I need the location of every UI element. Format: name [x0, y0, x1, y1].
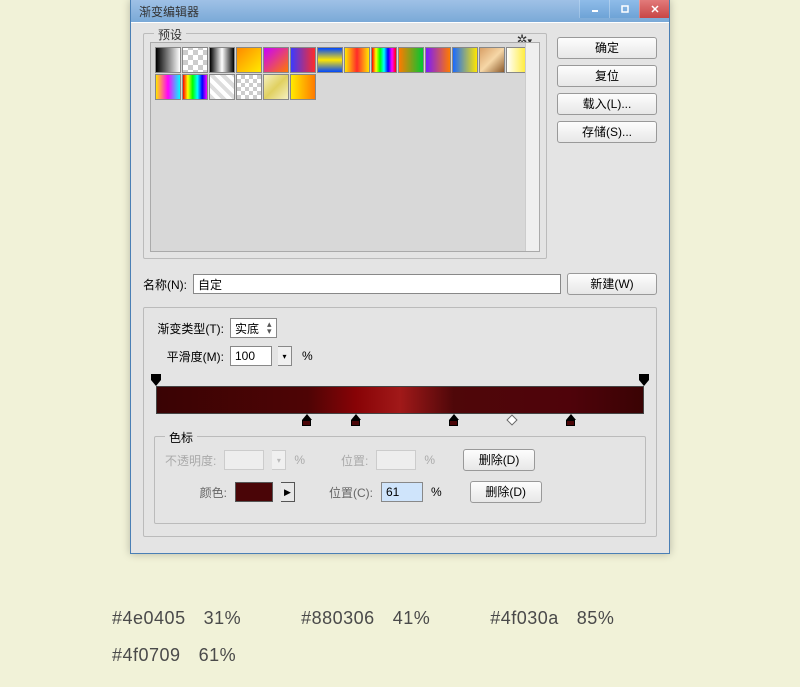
name-label: 名称(N): — [143, 276, 187, 293]
close-button[interactable] — [639, 0, 669, 18]
anno-hex: #4f030a — [490, 608, 559, 629]
preset-swatch[interactable] — [155, 47, 181, 73]
color-swatch[interactable] — [235, 482, 273, 502]
save-button[interactable]: 存储(S)... — [557, 121, 657, 143]
preset-swatch[interactable] — [290, 74, 316, 100]
select-arrows-icon: ▴▾ — [267, 321, 272, 335]
anno-pct: 41% — [393, 608, 431, 629]
smoothness-input[interactable]: 100 — [230, 346, 272, 366]
color-pos-pct: % — [431, 485, 442, 499]
preset-swatch[interactable] — [452, 47, 478, 73]
preset-swatch[interactable] — [263, 47, 289, 73]
window-title: 渐变编辑器 — [135, 3, 199, 20]
opacity-stop-row: 不透明度: ▾ % 位置: % 删除(D) — [165, 449, 635, 471]
opacity-pos-pct: % — [424, 453, 435, 467]
gradient-preview[interactable] — [156, 386, 644, 414]
gradient-editor-window: 渐变编辑器 预设 ✲▾ 确定 — [130, 0, 670, 554]
color-stop[interactable] — [566, 414, 576, 426]
color-stop[interactable] — [302, 414, 312, 426]
color-label: 颜色: — [165, 484, 227, 501]
delete-color-stop-button[interactable]: 删除(D) — [470, 481, 542, 503]
anno-hex: #4e0405 — [112, 608, 186, 629]
opacity-pos-input — [376, 450, 416, 470]
preset-swatch[interactable] — [344, 47, 370, 73]
opacity-pos-label: 位置: — [341, 452, 368, 469]
midpoint-handle[interactable] — [507, 414, 518, 425]
preset-swatch[interactable] — [155, 74, 181, 100]
opacity-stepper: ▾ — [272, 450, 286, 470]
preset-swatch[interactable] — [236, 74, 262, 100]
preset-swatch[interactable] — [290, 47, 316, 73]
delete-opacity-stop-button[interactable]: 删除(D) — [463, 449, 535, 471]
color-picker-arrow[interactable]: ▶ — [281, 482, 295, 502]
opacity-pct: % — [294, 453, 305, 467]
gradient-type-value: 实底 — [235, 320, 259, 337]
color-stop-row: 颜色: ▶ 位置(C): 61 % 删除(D) — [165, 481, 635, 503]
maximize-button[interactable] — [609, 0, 639, 18]
preset-swatch[interactable] — [182, 74, 208, 100]
presets-label: 预设 — [154, 26, 186, 43]
name-input[interactable] — [193, 274, 561, 294]
preset-swatch[interactable] — [371, 47, 397, 73]
ok-button[interactable]: 确定 — [557, 37, 657, 59]
anno-pct: 31% — [204, 608, 242, 629]
color-stop[interactable] — [449, 414, 459, 426]
preset-swatch[interactable] — [182, 47, 208, 73]
window-controls — [579, 0, 669, 18]
dialog-body: 预设 ✲▾ 确定 复位 载入(L)... 存储(S)... 名称(N): 新建(… — [131, 22, 669, 553]
preset-swatch[interactable] — [263, 74, 289, 100]
minimize-button[interactable] — [579, 0, 609, 18]
anno-hex: #880306 — [301, 608, 375, 629]
presets-list[interactable] — [150, 42, 540, 252]
preset-swatch[interactable] — [425, 47, 451, 73]
anno-pct: 61% — [199, 645, 237, 666]
presets-group: 预设 ✲▾ — [143, 33, 547, 259]
preset-swatch[interactable] — [479, 47, 505, 73]
opacity-label: 不透明度: — [165, 452, 216, 469]
anno-pct: 85% — [577, 608, 615, 629]
gradient-editor-bar[interactable] — [156, 374, 644, 426]
gradient-type-select[interactable]: 实底 ▴▾ — [230, 318, 277, 338]
opacity-input — [224, 450, 264, 470]
load-button[interactable]: 载入(L)... — [557, 93, 657, 115]
preset-swatch[interactable] — [236, 47, 262, 73]
anno-hex: #4f0709 — [112, 645, 181, 666]
stops-group-label: 色标 — [165, 429, 197, 446]
preset-swatch[interactable] — [317, 47, 343, 73]
reset-button[interactable]: 复位 — [557, 65, 657, 87]
titlebar[interactable]: 渐变编辑器 — [131, 0, 669, 22]
color-annotations: #4e0405 31% #880306 41% #4f030a 85% #4f0709… — [112, 608, 614, 682]
preset-swatch[interactable] — [398, 47, 424, 73]
preset-swatch[interactable] — [209, 47, 235, 73]
preset-swatch[interactable] — [209, 74, 235, 100]
smoothness-label: 平滑度(M): — [154, 348, 224, 365]
color-pos-label: 位置(C): — [329, 484, 373, 501]
scrollbar[interactable] — [525, 43, 539, 251]
smoothness-stepper[interactable]: ▾ — [278, 346, 292, 366]
opacity-stop[interactable] — [151, 374, 161, 386]
dialog-buttons: 确定 复位 载入(L)... 存储(S)... — [557, 33, 657, 259]
smoothness-suffix: % — [302, 349, 313, 363]
color-pos-input[interactable]: 61 — [381, 482, 423, 502]
new-button[interactable]: 新建(W) — [567, 273, 657, 295]
opacity-stop[interactable] — [639, 374, 649, 386]
stops-group: 色标 不透明度: ▾ % 位置: % 删除(D) 颜色: ▶ 位置(C): — [154, 436, 646, 524]
color-stop[interactable] — [351, 414, 361, 426]
gradient-type-label: 渐变类型(T): — [154, 320, 224, 337]
gradient-settings-group: 渐变类型(T): 实底 ▴▾ 平滑度(M): 100 ▾ % 色标 不透明度: — [143, 307, 657, 537]
